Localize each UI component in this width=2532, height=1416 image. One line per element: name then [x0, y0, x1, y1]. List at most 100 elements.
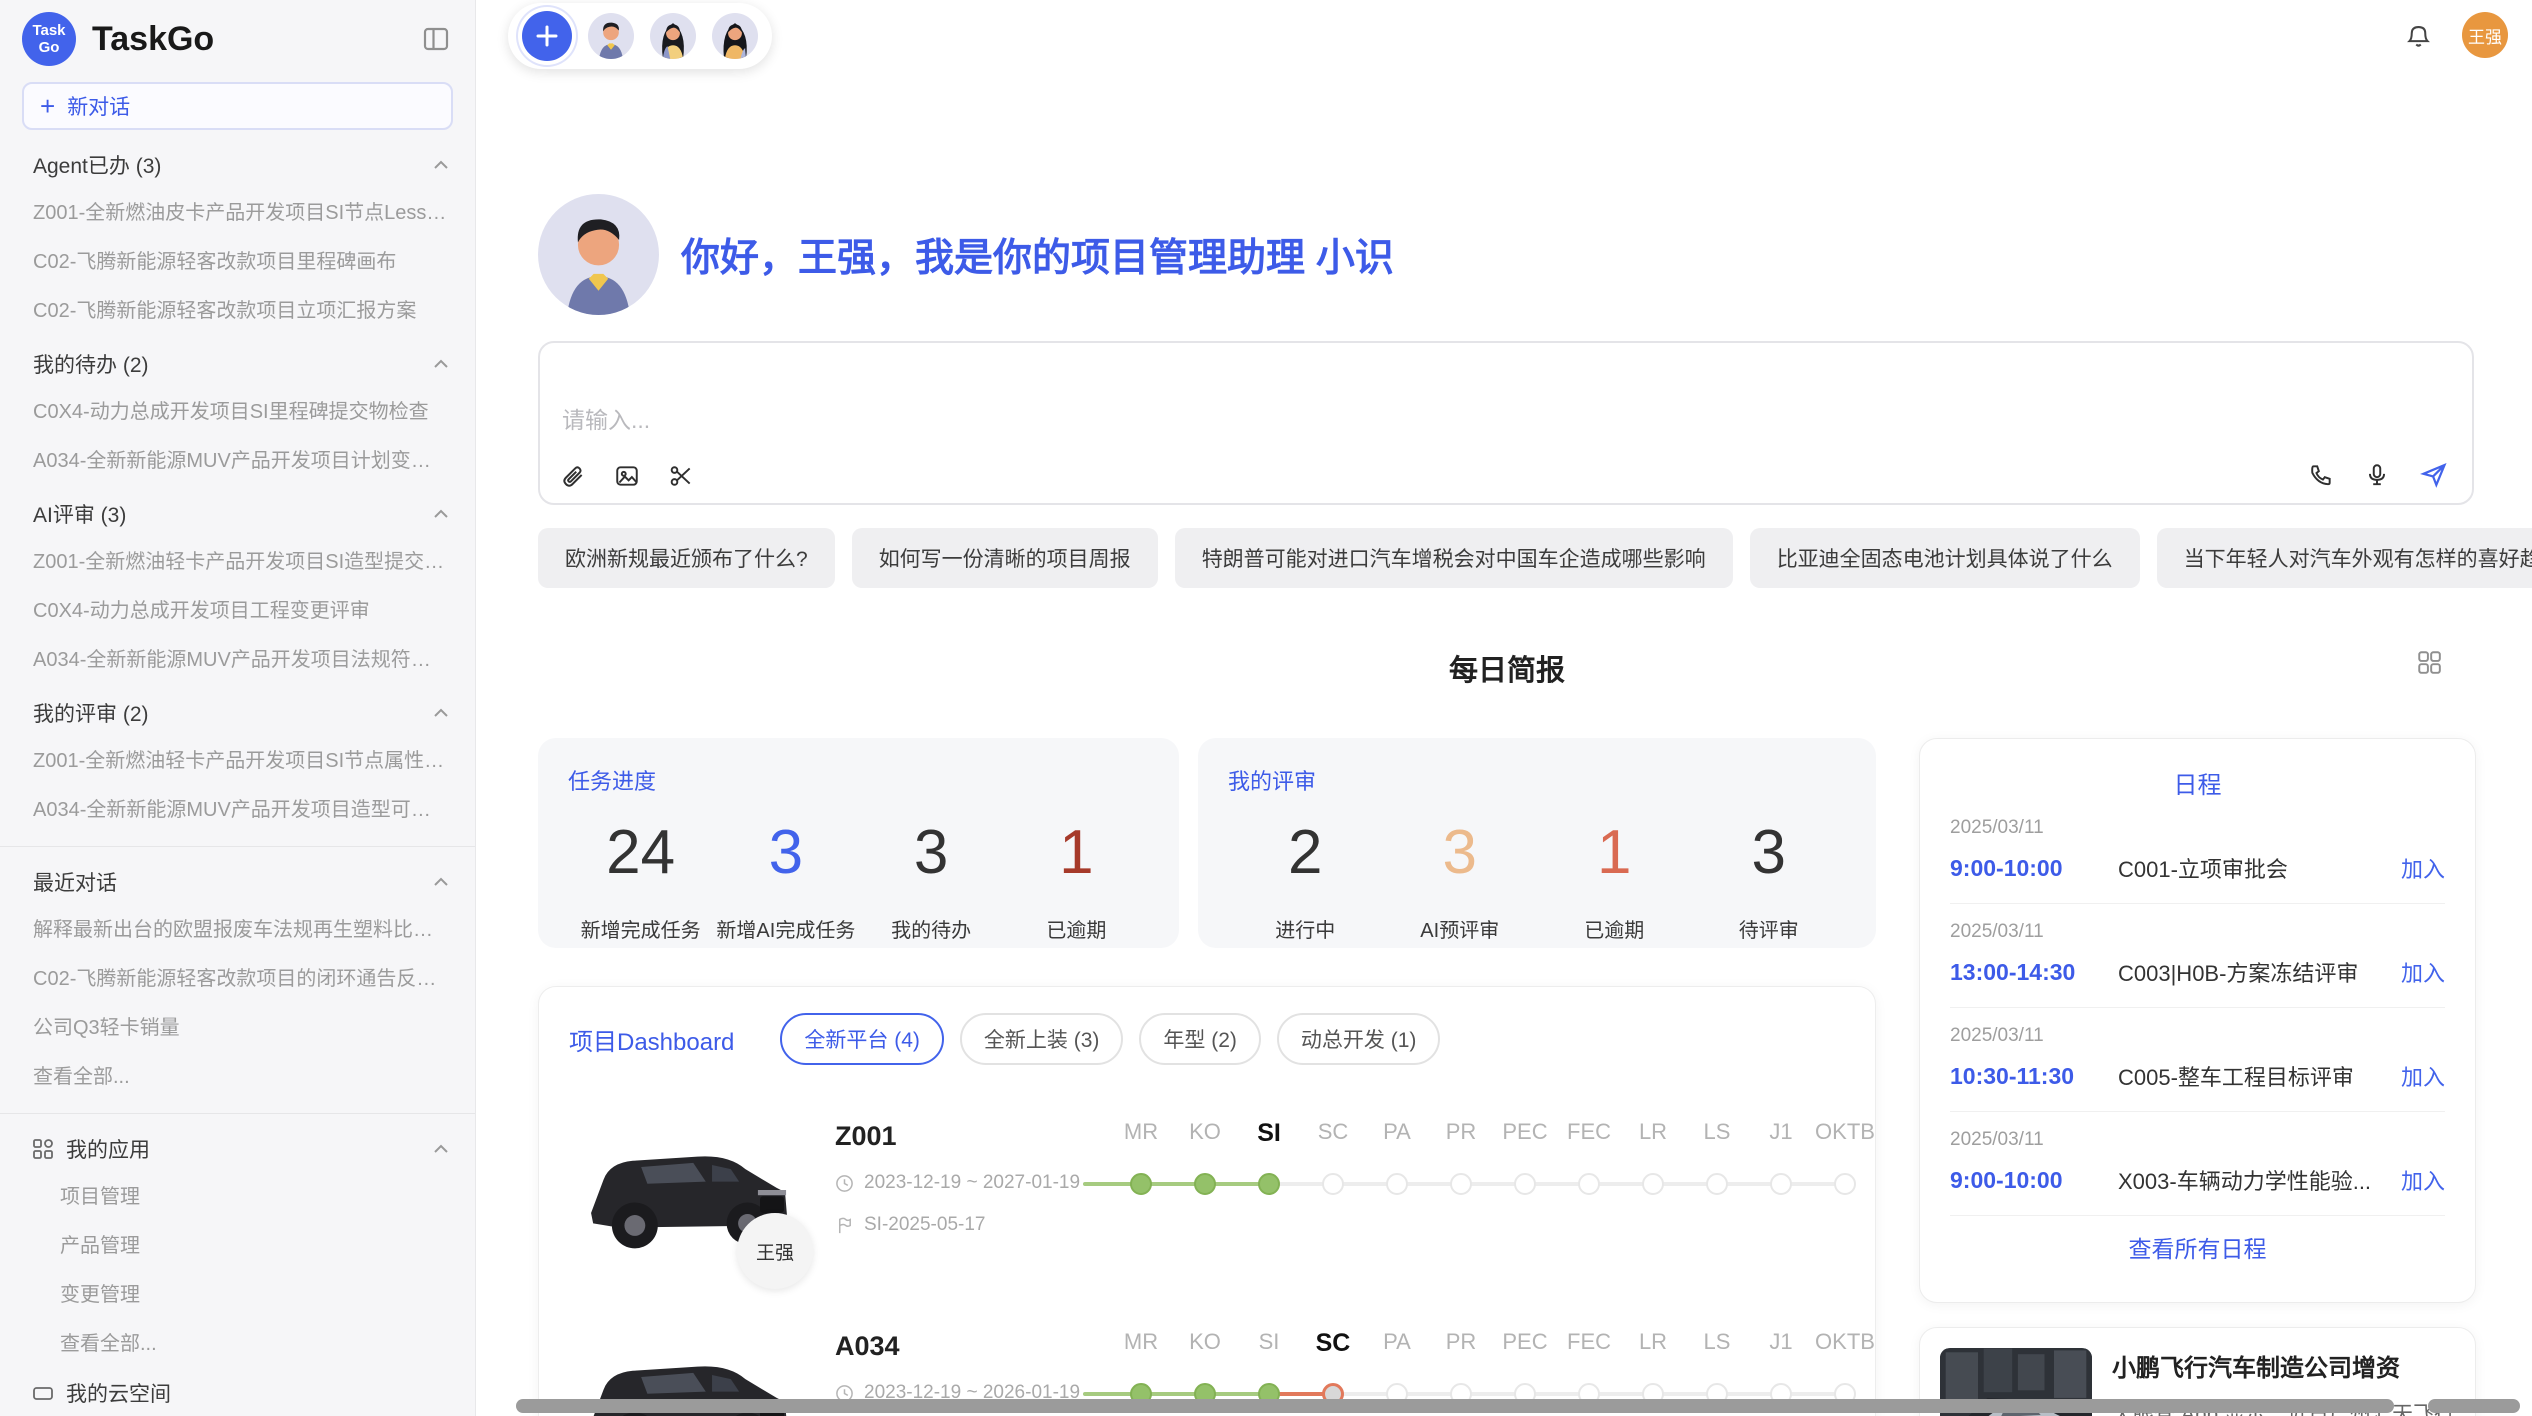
chevron-up-icon [433, 1144, 449, 1154]
user-avatar[interactable]: 王强 [2462, 12, 2508, 58]
section-header-ai-review[interactable]: AI评审 (3) [0, 483, 475, 535]
assistant-avatar [538, 194, 659, 315]
chevron-up-icon [433, 877, 449, 887]
sidebar-item[interactable]: C02-飞腾新能源轻客改款项目立项汇报方案 [0, 284, 475, 333]
milestone-labels: MRKO SISC PAPR PECFEC LRLS J1OKTB [1109, 1329, 1876, 1358]
my-review-card: 我的评审 2 进行中 3 AI预评审 1 [1198, 738, 1876, 948]
filter-pill-body[interactable]: 全新上装 (3) [960, 1013, 1124, 1065]
sidebar-app-project-mgmt[interactable]: 项目管理 [0, 1170, 475, 1219]
sidebar-item[interactable]: A034-全新新能源MUV产品开发项目计划变更表编写 [0, 434, 475, 483]
milestone-dot-future [1322, 1173, 1344, 1195]
microphone-icon[interactable] [2364, 462, 2390, 488]
milestone-dot-future [1386, 1173, 1408, 1195]
project-row[interactable]: 王强 Z001 2023-12-19 ~ 2027-01-19 [569, 1117, 1845, 1275]
filter-pill-year[interactable]: 年型 (2) [1139, 1013, 1261, 1065]
sidebar-item-view-all[interactable]: 查看全部... [0, 1050, 475, 1099]
plus-icon [534, 23, 560, 49]
filter-pill-powertrain[interactable]: 动总开发 (1) [1277, 1013, 1441, 1065]
suggestion-chip[interactable]: 如何写一份清晰的项目周报 [852, 528, 1158, 588]
collapse-sidebar-button[interactable] [417, 20, 455, 58]
schedule-card: 日程 2025/03/11 9:00-10:00 C001-立项审批会 加入 2… [1919, 738, 2476, 1303]
project-dashboard-card: 项目Dashboard 全新平台 (4) 全新上装 (3) 年型 (2) 动总开… [538, 986, 1876, 1416]
sidebar-item[interactable]: Z001-全新燃油轻卡产品开发项目SI节点属性5D文件评审 [0, 734, 475, 783]
suggestion-chip[interactable]: 特朗普可能对进口汽车增税会对中国车企造成哪些影响 [1175, 528, 1733, 588]
task-progress-card: 任务进度 24 新增完成任务 3 新增AI完成任务 3 [538, 738, 1179, 948]
milestone-dot-future [1834, 1173, 1856, 1195]
session-avatar-1[interactable] [588, 13, 634, 59]
bell-icon[interactable] [2405, 22, 2432, 49]
project-image: 王强 [569, 1117, 819, 1275]
session-switcher [508, 3, 772, 69]
suggestion-chip[interactable]: 比亚迪全固态电池计划具体说了什么 [1750, 528, 2140, 588]
plus-icon: + [40, 93, 55, 119]
owner-name: 王强 [756, 1238, 794, 1265]
milestone-dot-future [1770, 1173, 1792, 1195]
join-link[interactable]: 加入 [2401, 1060, 2445, 1092]
phone-icon[interactable] [2308, 462, 2334, 488]
sidebar-item-cloud-space[interactable]: 我的云空间 [0, 1366, 475, 1416]
sidebar-item[interactable]: C02-飞腾新能源轻客改款项目里程碑画布 [0, 235, 475, 284]
schedule-date: 2025/03/11 [1950, 921, 2445, 943]
image-icon[interactable] [614, 463, 640, 489]
sidebar-app-view-all[interactable]: 查看全部... [0, 1317, 475, 1366]
suggestion-chip[interactable]: 欧洲新规最近颁布了什么? [538, 528, 835, 588]
schedule-item: 2025/03/11 9:00-10:00 X003-车辆动力学性能验... 加… [1950, 1112, 2445, 1216]
sidebar-item[interactable]: C0X4-动力总成开发项目SI里程碑提交物检查 [0, 385, 475, 434]
project-flag: SI-2025-05-17 [835, 1214, 1109, 1236]
milestone-timeline: MRKO SISC PAPR PECFEC LRLS J1OKTB [1109, 1327, 1876, 1406]
join-link[interactable]: 加入 [2401, 956, 2445, 988]
new-chat-button[interactable]: + 新对话 [22, 82, 453, 130]
section-label: AI评审 (3) [33, 499, 126, 529]
logo-line2: Go [39, 39, 60, 56]
sidebar-item[interactable]: Z001-全新燃油皮卡产品开发项目SI节点Lesson Learn报告 [0, 186, 475, 235]
stat-my-todo: 3 我的待办 [859, 818, 1004, 943]
sidebar-app-product-mgmt[interactable]: 产品管理 [0, 1219, 475, 1268]
sidebar-item[interactable]: Z001-全新燃油轻卡产品开发项目SI造型提交物评审 [0, 535, 475, 584]
section-label: Agent已办 (3) [33, 150, 161, 180]
sidebar-item[interactable]: C02-飞腾新能源轻客改款项目的闭环通告反馈情况 [0, 952, 475, 1001]
milestone-dot-future [1514, 1173, 1536, 1195]
session-avatar-3[interactable] [712, 13, 758, 59]
sidebar-item[interactable]: 公司Q3轻卡销量 [0, 1001, 475, 1050]
chevron-up-icon [433, 160, 449, 170]
sidebar-item[interactable]: 解释最新出台的欧盟报废车法规再生塑料比例被调至15%... [0, 903, 475, 952]
app-screen: Task Go TaskGo + 新对话 Agent已办 (3) Z001-全新… [0, 0, 2532, 1416]
schedule-event-title: C005-整车工程目标评审 [2118, 1060, 2389, 1092]
horizontal-scrollbar-thumb-right[interactable] [2428, 1399, 2520, 1413]
news-title: 小鹏飞行汽车制造公司增资 [2112, 1348, 2455, 1383]
attachment-icon[interactable] [560, 463, 586, 489]
section-label: 我的应用 [66, 1134, 433, 1164]
join-link[interactable]: 加入 [2401, 1164, 2445, 1196]
schedule-item: 2025/03/11 9:00-10:00 C001-立项审批会 加入 [1950, 800, 2445, 904]
suggestion-chip[interactable]: 当下年轻人对汽车外观有怎样的喜好趋势 [2157, 528, 2532, 588]
stat-overdue: 1 已逾期 [1004, 818, 1149, 943]
layout-grid-icon[interactable] [2416, 649, 2442, 675]
sidebar-app-change-mgmt[interactable]: 变更管理 [0, 1268, 475, 1317]
briefing-title: 每日简报 [538, 647, 2476, 689]
join-link[interactable]: 加入 [2401, 852, 2445, 884]
card-title: 任务进度 [568, 764, 1149, 796]
section-header-my-review[interactable]: 我的评审 (2) [0, 682, 475, 734]
sidebar-item[interactable]: C0X4-动力总成开发项目工程变更评审 [0, 584, 475, 633]
dashboard-filters: 全新平台 (4) 全新上装 (3) 年型 (2) 动总开发 (1) [780, 1013, 1440, 1065]
view-all-schedule-link[interactable]: 查看所有日程 [1950, 1230, 2445, 1264]
session-avatar-2[interactable] [650, 13, 696, 59]
section-header-my-apps[interactable]: 我的应用 [0, 1118, 475, 1170]
new-chat-label: 新对话 [67, 91, 130, 121]
milestone-dot-future [1706, 1173, 1728, 1195]
sidebar-item[interactable]: A034-全新新能源MUV产品开发项目造型可行性评审 [0, 783, 475, 832]
chat-input[interactable] [560, 399, 2164, 443]
briefing-header: 每日简报 [538, 647, 2476, 681]
schedule-time: 9:00-10:00 [1950, 855, 2118, 882]
scissors-icon[interactable] [668, 463, 694, 489]
send-icon[interactable] [2420, 461, 2448, 489]
project-code: Z001 [835, 1121, 1109, 1152]
milestone-dot-done [1130, 1173, 1152, 1195]
sidebar-item[interactable]: A034-全新新能源MUV产品开发项目法规符合性评审 [0, 633, 475, 682]
section-header-agent-done[interactable]: Agent已办 (3) [0, 134, 475, 186]
filter-pill-platform[interactable]: 全新平台 (4) [780, 1013, 944, 1065]
section-header-recent-chats[interactable]: 最近对话 [0, 851, 475, 903]
add-session-button[interactable] [522, 11, 572, 61]
horizontal-scrollbar-thumb[interactable] [516, 1399, 2394, 1413]
section-header-my-todo[interactable]: 我的待办 (2) [0, 333, 475, 385]
